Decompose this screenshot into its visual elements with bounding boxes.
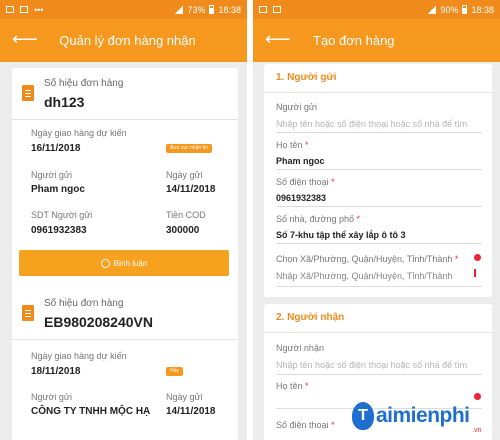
receiver-name-label: Họ tên *	[276, 381, 309, 391]
battery-percent: 73%	[187, 4, 206, 15]
watermark-logo: T	[352, 402, 374, 430]
gallery-notification-icon	[20, 6, 28, 13]
sender-phone-label: SDT Người gửi	[31, 210, 93, 220]
document-icon	[22, 85, 34, 101]
create-order-screen: 90% 18:38 ⟵ Tạo đơn hàng 1. Người gửi Ng…	[253, 0, 500, 440]
clock: 18:38	[471, 4, 494, 15]
error-icon	[474, 393, 481, 400]
document-icon	[22, 305, 34, 321]
sender-name: Pham ngoc	[31, 184, 85, 195]
back-arrow-icon[interactable]: ⟵	[12, 30, 38, 48]
battery-icon	[209, 5, 215, 14]
image-notification-icon	[259, 6, 267, 13]
receiver-phone-label: Số điện thoại *	[276, 420, 335, 430]
cod-label: Tiền COD	[166, 210, 206, 220]
signal-icon	[174, 5, 184, 14]
battery-percent: 90%	[440, 4, 459, 15]
delivery-date: 16/11/2018	[31, 143, 81, 154]
sender-phone: 0961932383	[31, 225, 87, 236]
sender-label: Người gửi	[31, 170, 72, 180]
sender-search-input[interactable]: Nhập tên hoặc số điện thoại hoặc số nhà …	[276, 119, 482, 129]
receiver-search-label: Người nhận	[276, 343, 324, 353]
sender-label: Người gửi	[31, 392, 72, 402]
order-list-screen: ••• 73% 18:38 ⟵ Quản lý đơn hàng nhận Số…	[0, 0, 247, 440]
status-bar: 90% 18:38	[253, 0, 500, 19]
order-card[interactable]: Số hiệu đơn hàng EB980208240VN Ngày giao…	[12, 288, 238, 440]
comment-button-label: Bình luận	[113, 258, 148, 268]
sender-phone-field[interactable]: 0961932383	[276, 193, 326, 203]
watermark: T aimienphi .vn	[352, 396, 482, 436]
signal-icon	[427, 5, 437, 14]
gallery-notification-icon	[273, 6, 281, 13]
sender-name-field[interactable]: Pham ngoc	[276, 156, 325, 166]
status-badge: Hủy	[166, 367, 183, 376]
send-date: 14/11/2018	[166, 184, 216, 195]
tracking-label: Số hiệu đơn hàng	[44, 78, 124, 89]
app-bar: ⟵ Tạo đơn hàng	[253, 19, 500, 62]
receiver-search-input[interactable]: Nhập tên hoặc số điện thoại hoặc số nhà …	[276, 360, 482, 370]
comment-button[interactable]: Bình luận	[19, 250, 229, 276]
battery-icon	[462, 5, 468, 14]
error-indicator	[474, 269, 476, 277]
area-select[interactable]: Nhập Xã/Phường, Quận/Huyện, Tỉnh/Thành	[276, 271, 482, 281]
tracking-label: Số hiệu đơn hàng	[44, 298, 124, 309]
tracking-number: dh123	[44, 94, 85, 110]
sender-phone-label: Số điện thoại *	[276, 177, 335, 187]
send-date-label: Ngày gửi	[166, 170, 203, 180]
status-badge: Bưu cục nhận tin	[166, 144, 212, 153]
sender-section: 1. Người gửi Người gửi Nhập tên hoặc số …	[264, 64, 492, 297]
sender-name: CÔNG TY TNHH MỘC HẠ	[31, 406, 151, 417]
order-card-header: Số hiệu đơn hàng dh123	[12, 68, 238, 120]
watermark-text: aimienphi	[376, 404, 470, 427]
delivery-date: 18/11/2018	[31, 366, 81, 377]
tracking-number: EB980208240VN	[44, 314, 153, 330]
order-card-header: Số hiệu đơn hàng EB980208240VN	[12, 288, 238, 340]
receiver-section-title: 2. Người nhận	[276, 312, 345, 323]
send-date: 14/11/2018	[166, 406, 216, 417]
street-label: Số nhà, đường phố *	[276, 214, 361, 224]
sender-name-label: Họ tên *	[276, 140, 309, 150]
street-field[interactable]: Số 7-khu tập thể xây lắp ô tô 3	[276, 230, 406, 240]
delivery-date-label: Ngày giao hàng dự kiến	[31, 351, 127, 361]
error-icon	[474, 254, 481, 261]
back-arrow-icon[interactable]: ⟵	[265, 30, 291, 48]
clock: 18:38	[218, 4, 241, 15]
app-bar: ⟵ Quản lý đơn hàng nhận	[0, 19, 247, 62]
order-card[interactable]: Số hiệu đơn hàng dh123 Ngày giao hàng dự…	[12, 68, 238, 290]
more-notifications-icon: •••	[34, 4, 44, 15]
send-date-label: Ngày gửi	[166, 392, 203, 402]
image-notification-icon	[6, 6, 14, 13]
sender-section-title: 1. Người gửi	[276, 72, 337, 83]
delivery-date-label: Ngày giao hàng dự kiến	[31, 128, 127, 138]
status-bar: ••• 73% 18:38	[0, 0, 247, 19]
chat-icon	[100, 258, 110, 268]
cod-amount: 300000	[166, 225, 200, 236]
area-label: Chọn Xã/Phường, Quận/Huyện, Tỉnh/Thành *	[276, 254, 459, 264]
watermark-suffix: .vn	[472, 427, 482, 434]
sender-search-label: Người gửi	[276, 102, 317, 112]
